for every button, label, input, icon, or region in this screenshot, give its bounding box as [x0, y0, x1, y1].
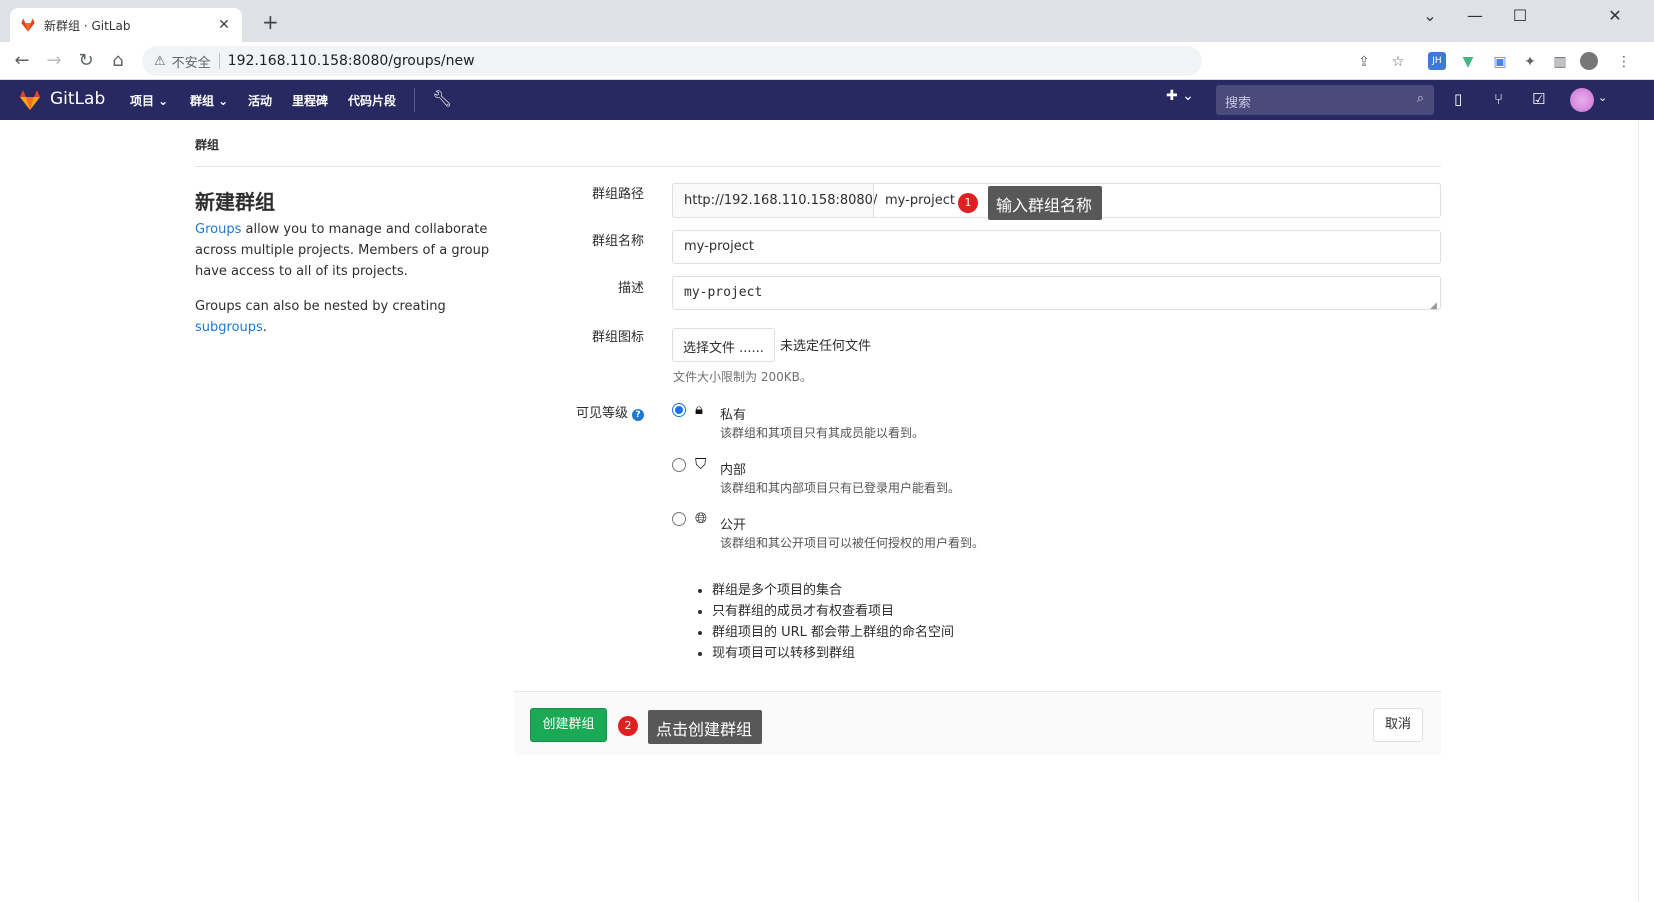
breadcrumb-divider — [195, 166, 1441, 167]
lock-icon: 🔒︎ — [695, 400, 703, 418]
breadcrumb[interactable]: 群组 — [195, 136, 219, 153]
vue-devtools-icon[interactable]: ▼ — [1458, 52, 1478, 72]
tab-search-icon[interactable]: ⌄ — [1410, 6, 1450, 25]
visibility-private-desc: 该群组和其项目只有其成员能以看到。 — [720, 426, 925, 440]
omnibox-divider — [218, 53, 220, 69]
file-size-hint: 文件大小限制为 200KB。 — [673, 370, 812, 384]
group-avatar-label: 群组图标 — [591, 330, 644, 345]
resize-handle-icon[interactable]: ◢ — [1430, 301, 1437, 311]
group-info-list: 群组是多个项目的集合 只有群组的成员才有权查看项目 群组项目的 URL 都会带上… — [696, 580, 954, 664]
extensions-puzzle-icon[interactable]: ✦ — [1520, 52, 1540, 72]
list-item: 只有群组的成员才有权查看项目 — [712, 601, 954, 622]
visibility-public-desc: 该群组和其公开项目可以被任何授权的用户看到。 — [720, 536, 985, 550]
group-path-value: my-project — [885, 193, 955, 208]
insecure-label: 不安全 — [171, 55, 211, 71]
nav-groups[interactable]: 群组 ⌄ — [190, 92, 228, 109]
gitlab-navbar: GitLab 项目 ⌄ 群组 ⌄ 活动 里程碑 代码片段 🔧︎ ✚ ⌄ 搜索 ⌕… — [0, 80, 1654, 120]
visibility-public-radio[interactable] — [672, 512, 686, 526]
subgroups-link[interactable]: subgroups — [195, 320, 263, 335]
jh-extension-icon[interactable]: JH — [1428, 52, 1446, 70]
group-name-value: my-project — [684, 239, 754, 254]
close-window-button[interactable]: ✕ — [1595, 6, 1635, 25]
visibility-public-title[interactable]: 公开 — [720, 514, 746, 533]
subgroups-text: Groups can also be nested by creating su… — [195, 296, 495, 338]
reload-icon[interactable]: ↻ — [74, 50, 98, 74]
share-icon[interactable]: ⇪ — [1354, 52, 1374, 72]
groups-link[interactable]: Groups — [195, 222, 241, 237]
omnibox[interactable]: ⚠ 不安全 192.168.110.158:8080/groups/new — [142, 46, 1202, 76]
nav-divider — [414, 88, 415, 112]
new-tab-button[interactable]: + — [262, 12, 279, 32]
cancel-button[interactable]: 取消 — [1373, 708, 1423, 742]
group-path-label: 群组路径 — [591, 187, 644, 202]
no-file-chosen-text: 未选定任何文件 — [780, 339, 872, 354]
nav-projects[interactable]: 项目 ⌄ — [130, 92, 168, 109]
side-panel-icon[interactable]: ▥ — [1550, 52, 1570, 72]
minimize-button[interactable]: — — [1455, 6, 1495, 25]
translate-icon[interactable]: ▣ — [1490, 52, 1510, 72]
globe-icon: 🌐︎ — [695, 509, 708, 527]
tab-close-icon[interactable]: ✕ — [216, 17, 232, 33]
group-name-label: 群组名称 — [591, 234, 644, 249]
nav-snippets[interactable]: 代码片段 — [348, 92, 396, 109]
group-path-prefix: http://192.168.110.158:8080/ — [672, 183, 877, 218]
visibility-label-wrap: 可见等级? — [524, 402, 644, 421]
nav-activity[interactable]: 活动 — [248, 92, 272, 109]
visibility-internal-title[interactable]: 内部 — [720, 459, 746, 478]
list-item: 群组项目的 URL 都会带上群组的命名空间 — [712, 622, 954, 643]
chevron-down-icon[interactable]: ⌄ — [1598, 91, 1607, 104]
visibility-private-title[interactable]: 私有 — [720, 404, 746, 423]
subgroups-text-start: Groups can also be nested by creating — [195, 299, 446, 314]
address-bar-row: ← → ↻ ⌂ ⚠ 不安全 192.168.110.158:8080/group… — [0, 42, 1654, 80]
list-item: 现有项目可以转移到群组 — [712, 643, 954, 664]
visibility-label: 可见等级 — [575, 406, 628, 421]
list-item: 群组是多个项目的集合 — [712, 580, 954, 601]
annotation-callout-2: 点击创建群组 — [648, 710, 762, 744]
browser-menu-icon[interactable]: ⋮ — [1614, 52, 1634, 72]
create-group-button[interactable]: 创建群组 — [530, 708, 607, 742]
description-value: my-project — [684, 285, 763, 300]
browser-tab[interactable]: 新群组 · GitLab ✕ — [10, 8, 242, 42]
shield-icon: ⛉ — [695, 455, 707, 473]
step-badge-2: 2 — [618, 716, 638, 736]
tab-title: 新群组 · GitLab — [44, 18, 131, 33]
merge-requests-icon[interactable]: ⑂ — [1494, 90, 1503, 108]
browser-tabbar: 新群组 · GitLab ✕ + ⌄ — ☐ ✕ — [0, 0, 1654, 42]
back-icon[interactable]: ← — [10, 50, 34, 74]
gitlab-favicon-icon — [21, 18, 35, 32]
gitlab-logo-icon[interactable] — [18, 88, 42, 112]
search-icon: ⌕ — [1416, 91, 1424, 106]
gitlab-brand[interactable]: GitLab — [50, 89, 105, 109]
user-avatar[interactable] — [1570, 88, 1594, 112]
page-scrollbar[interactable] — [1638, 120, 1652, 902]
groups-intro-text: Groups allow you to manage and collabora… — [195, 219, 495, 282]
description-label: 描述 — [617, 281, 644, 296]
page-title: 新建群组 — [195, 190, 275, 214]
profile-avatar-icon[interactable] — [1580, 52, 1598, 70]
url-text[interactable]: 192.168.110.158:8080/groups/new — [228, 53, 475, 69]
maximize-button[interactable]: ☐ — [1500, 6, 1540, 25]
visibility-internal-desc: 该群组和其内部项目只有已登录用户能看到。 — [720, 481, 961, 495]
warning-icon: ⚠ — [154, 53, 166, 69]
visibility-internal-radio[interactable] — [672, 458, 686, 472]
gitlab-search-input[interactable]: 搜索 ⌕ — [1216, 85, 1434, 115]
bookmark-star-icon[interactable]: ☆ — [1388, 52, 1408, 72]
todos-icon[interactable]: ☑ — [1532, 90, 1545, 108]
forward-icon[interactable]: → — [42, 50, 66, 74]
new-dropdown-plus-icon[interactable]: ✚ ⌄ — [1166, 88, 1194, 104]
issues-icon[interactable]: ▯ — [1454, 90, 1462, 108]
help-question-icon[interactable]: ? — [632, 409, 644, 421]
choose-file-button[interactable]: 选择文件 ...... — [672, 328, 775, 362]
nav-milestones[interactable]: 里程碑 — [292, 92, 328, 109]
step-badge-1: 1 — [958, 193, 978, 213]
home-icon[interactable]: ⌂ — [106, 50, 130, 74]
search-placeholder: 搜索 — [1225, 96, 1252, 111]
subgroups-text-end: . — [262, 320, 267, 335]
admin-wrench-icon[interactable]: 🔧︎ — [432, 89, 452, 108]
visibility-private-radio[interactable] — [672, 403, 686, 417]
group-name-input[interactable]: my-project — [672, 230, 1441, 264]
description-textarea[interactable]: my-project — [672, 276, 1441, 310]
annotation-callout-1: 输入群组名称 — [988, 186, 1102, 220]
